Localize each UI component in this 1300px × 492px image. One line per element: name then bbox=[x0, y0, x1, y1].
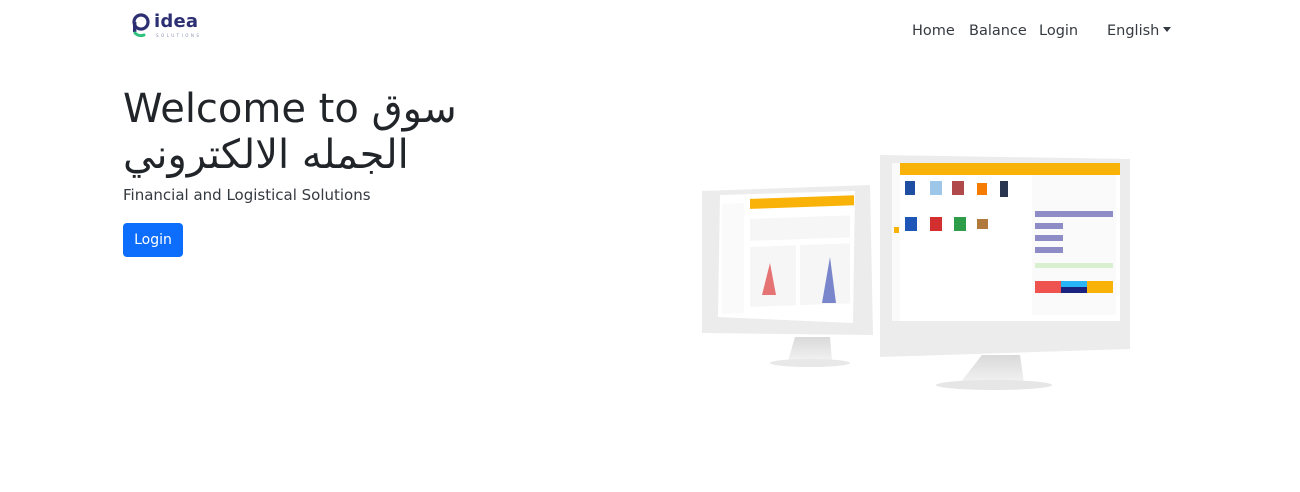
dashboard-illustration bbox=[690, 145, 1150, 405]
dual-monitor-dashboard-icon bbox=[702, 155, 1130, 390]
nav-link-login[interactable]: Login bbox=[1039, 21, 1078, 41]
hero-subtitle: Financial and Logistical Solutions bbox=[123, 186, 371, 204]
caret-down-icon bbox=[1163, 27, 1172, 32]
language-dropdown[interactable]: English bbox=[1107, 21, 1172, 41]
nav-link-balance[interactable]: Balance bbox=[969, 21, 1027, 41]
top-navbar: idea SOLUTIONS Home Balance Login Englis… bbox=[0, 0, 1300, 62]
nav-links: Home Balance Login English bbox=[0, 21, 1300, 41]
hero-title: Welcome to سوق الجمله الالكتروني bbox=[123, 86, 457, 178]
nav-link-home[interactable]: Home bbox=[912, 21, 955, 41]
hero-login-button[interactable]: Login bbox=[123, 223, 183, 257]
language-label: English bbox=[1107, 23, 1160, 39]
